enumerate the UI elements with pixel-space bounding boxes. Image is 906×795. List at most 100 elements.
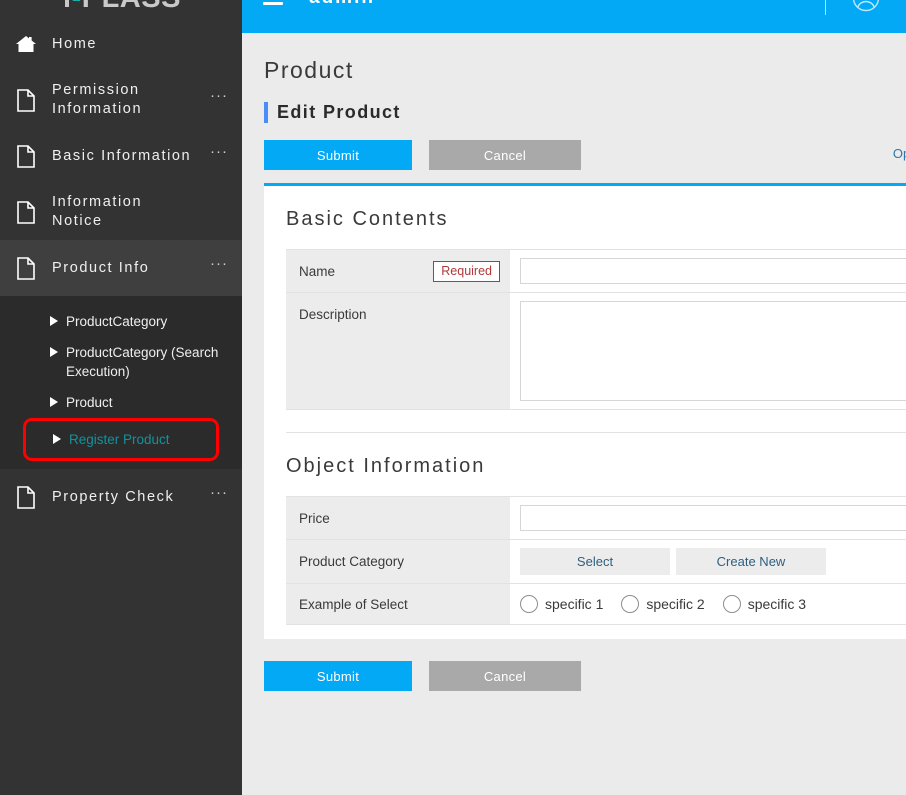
sidebar-item-product-info[interactable]: Product Info ··· [0,240,242,296]
form-value-product-category: Select Create New [510,540,906,583]
basic-contents-title: Basic Contents [286,208,449,230]
form-label-example-of-select: Example of Select [286,584,510,624]
sidebar-item-label: Product Info [52,259,150,276]
label-text: Description [299,307,367,322]
cancel-button-top[interactable]: Cancel [429,140,581,170]
main-area: admin Product Edit Product Submit Cancel… [242,0,906,795]
form-label-name: Name Required [286,250,510,292]
sidebar-submenu-product-info: ProductCategory ProductCategory (Search … [0,296,242,469]
label-text: Product Category [299,554,405,569]
sidebar: i-PLASS Home Permission Information ··· [0,0,242,795]
description-input[interactable] [520,301,906,401]
submenu-item-register-product[interactable]: Register Product [23,418,219,461]
form-row-name: Name Required [286,250,906,293]
name-input[interactable] [520,258,906,284]
submit-button-top[interactable]: Submit [264,140,412,170]
radio-option-specific-2[interactable]: specific 2 [621,595,705,613]
required-badge: Required [433,260,500,282]
triangle-right-icon [50,397,58,407]
label-text: Price [299,510,330,526]
submit-button-bottom[interactable]: Submit [264,661,412,691]
sidebar-item-basic-information[interactable]: Basic Information ··· [0,128,242,184]
logo-dot-icon: - [72,0,82,14]
radio-circle-icon[interactable] [722,595,741,613]
home-icon [0,34,52,54]
app-logo-text: i-PLASS [63,0,181,15]
form-value-price [510,497,906,539]
top-header-bar: admin [242,0,906,33]
submenu-item-label: Product [66,395,113,410]
select-button[interactable]: Select [520,548,670,575]
submenu-item-productcategory-search-execution[interactable]: ProductCategory (Search Execution) [0,337,242,387]
form-row-description: Description [286,293,906,409]
user-avatar-icon[interactable] [852,0,880,12]
submenu-item-productcategory[interactable]: ProductCategory [0,306,242,337]
header-title: admin [309,0,411,9]
form-card: Basic Contents Name Required Description… [264,183,906,639]
form-row-example-of-select: Example of Select specific 1 specific 2 … [286,584,906,624]
sidebar-item-more-icon[interactable]: ··· [202,88,236,108]
document-icon [0,144,52,168]
sidebar-item-more-icon[interactable] [202,40,236,48]
label-text: Name [299,263,336,279]
document-icon [0,200,52,224]
application-window: i-PLASS Home Permission Information ··· [0,0,906,795]
header-divider [825,0,826,15]
sidebar-item-label: Basic Information [52,147,192,164]
radio-label: specific 2 [646,596,705,612]
document-icon [0,256,52,280]
cancel-button-bottom[interactable]: Cancel [429,661,581,691]
radio-label: specific 1 [545,596,604,612]
price-input[interactable] [520,505,906,531]
open-all-link[interactable]: Open All [893,146,906,161]
radio-group: specific 1 specific 2 specific 3 [520,595,824,613]
create-new-button[interactable]: Create New [676,548,826,575]
sidebar-item-more-icon[interactable]: ··· [202,256,236,276]
top-action-bar: Submit Cancel Open All [264,140,906,170]
object-information-title: Object Information [286,455,486,477]
form-row-product-category: Product Category Select Create New [286,540,906,584]
radio-label: specific 3 [747,596,807,612]
sidebar-item-information-notice[interactable]: Information Notice [0,184,242,240]
page-content: Product Edit Product Submit Cancel Open … [242,33,906,795]
triangle-right-icon [50,347,58,357]
sidebar-item-label: Information Notice [52,194,143,229]
sidebar-item-property-check[interactable]: Property Check ··· [0,469,242,525]
sidebar-item-more-icon[interactable]: ··· [202,485,236,505]
sidebar-item-permission-information[interactable]: Permission Information ··· [0,72,242,128]
sidebar-item-label: Permission Information [52,82,143,117]
sidebar-item-label: Property Check [52,488,175,505]
submenu-item-label: ProductCategory (Search Execution) [66,345,219,379]
label-text: Example of Select [299,596,408,612]
form-label-product-category: Product Category [286,540,510,583]
app-logo[interactable]: i-PLASS [0,0,242,16]
edit-section-title: Edit Product [277,102,401,122]
sidebar-nav-list: Home Permission Information ··· Basic In… [0,16,242,296]
document-icon [0,88,52,112]
section-accent-bar [264,102,268,123]
hamburger-icon[interactable] [263,0,283,5]
form-label-description: Description [286,293,510,409]
object-information-table: Price Product Category Select Create New [286,496,906,625]
header-right-group [825,0,906,22]
basic-contents-table: Name Required Description [286,249,906,410]
document-icon [0,485,52,509]
submenu-item-product[interactable]: Product [0,387,242,418]
sidebar-item-more-icon[interactable] [202,208,236,216]
form-row-price: Price [286,497,906,540]
radio-option-specific-1[interactable]: specific 1 [520,595,603,613]
submenu-item-label: Register Product [69,432,170,447]
radio-circle-icon[interactable] [621,595,640,613]
bottom-action-bar: Submit Cancel [264,661,906,691]
radio-circle-icon[interactable] [520,595,538,613]
triangle-right-icon [53,434,61,444]
sidebar-nav-list-lower: Property Check ··· [0,469,242,525]
sidebar-item-home[interactable]: Home [0,16,242,72]
sidebar-item-more-icon[interactable]: ··· [202,144,236,164]
radio-option-specific-3[interactable]: specific 3 [722,595,807,613]
form-label-price: Price [286,497,510,539]
sidebar-item-label: Home [52,35,98,52]
submenu-item-label: ProductCategory [66,314,168,329]
triangle-right-icon [50,316,58,326]
form-value-name [510,250,906,292]
